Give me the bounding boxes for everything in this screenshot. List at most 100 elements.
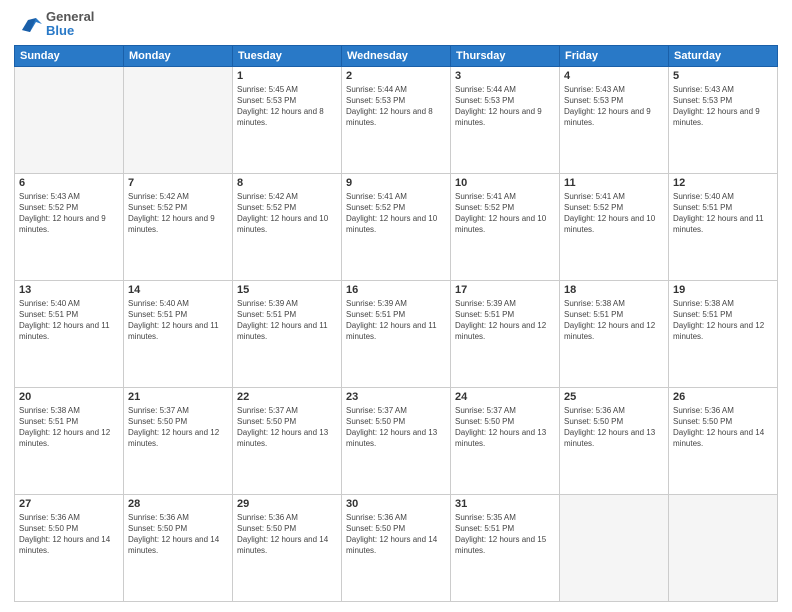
day-info: Sunrise: 5:41 AMSunset: 5:52 PMDaylight:… bbox=[455, 191, 555, 236]
col-header-wednesday: Wednesday bbox=[342, 45, 451, 66]
day-info: Sunrise: 5:40 AMSunset: 5:51 PMDaylight:… bbox=[19, 298, 119, 343]
day-info: Sunrise: 5:39 AMSunset: 5:51 PMDaylight:… bbox=[455, 298, 555, 343]
day-number: 12 bbox=[673, 177, 773, 189]
calendar: SundayMondayTuesdayWednesdayThursdayFrid… bbox=[14, 45, 778, 602]
day-number: 6 bbox=[19, 177, 119, 189]
calendar-cell: 11 Sunrise: 5:41 AMSunset: 5:52 PMDayligh… bbox=[560, 173, 669, 280]
day-info: Sunrise: 5:40 AMSunset: 5:51 PMDaylight:… bbox=[673, 191, 773, 236]
calendar-cell bbox=[560, 494, 669, 601]
day-number: 14 bbox=[128, 284, 228, 296]
col-header-friday: Friday bbox=[560, 45, 669, 66]
col-header-tuesday: Tuesday bbox=[233, 45, 342, 66]
calendar-cell: 26 Sunrise: 5:36 AMSunset: 5:50 PMDayligh… bbox=[669, 387, 778, 494]
col-header-thursday: Thursday bbox=[451, 45, 560, 66]
logo-text-block: General Blue bbox=[46, 10, 94, 39]
day-number: 30 bbox=[346, 498, 446, 510]
day-number: 22 bbox=[237, 391, 337, 403]
day-info: Sunrise: 5:36 AMSunset: 5:50 PMDaylight:… bbox=[673, 405, 773, 450]
day-number: 16 bbox=[346, 284, 446, 296]
day-number: 1 bbox=[237, 70, 337, 82]
day-info: Sunrise: 5:39 AMSunset: 5:51 PMDaylight:… bbox=[346, 298, 446, 343]
col-header-sunday: Sunday bbox=[15, 45, 124, 66]
calendar-cell: 22 Sunrise: 5:37 AMSunset: 5:50 PMDayligh… bbox=[233, 387, 342, 494]
day-info: Sunrise: 5:36 AMSunset: 5:50 PMDaylight:… bbox=[346, 512, 446, 557]
day-info: Sunrise: 5:44 AMSunset: 5:53 PMDaylight:… bbox=[455, 84, 555, 129]
day-number: 8 bbox=[237, 177, 337, 189]
day-info: Sunrise: 5:42 AMSunset: 5:52 PMDaylight:… bbox=[237, 191, 337, 236]
day-number: 21 bbox=[128, 391, 228, 403]
day-number: 31 bbox=[455, 498, 555, 510]
day-number: 5 bbox=[673, 70, 773, 82]
day-info: Sunrise: 5:45 AMSunset: 5:53 PMDaylight:… bbox=[237, 84, 337, 129]
calendar-cell: 25 Sunrise: 5:36 AMSunset: 5:50 PMDayligh… bbox=[560, 387, 669, 494]
day-info: Sunrise: 5:44 AMSunset: 5:53 PMDaylight:… bbox=[346, 84, 446, 129]
day-info: Sunrise: 5:36 AMSunset: 5:50 PMDaylight:… bbox=[237, 512, 337, 557]
day-info: Sunrise: 5:38 AMSunset: 5:51 PMDaylight:… bbox=[673, 298, 773, 343]
day-info: Sunrise: 5:41 AMSunset: 5:52 PMDaylight:… bbox=[564, 191, 664, 236]
day-number: 29 bbox=[237, 498, 337, 510]
day-number: 24 bbox=[455, 391, 555, 403]
calendar-cell: 19 Sunrise: 5:38 AMSunset: 5:51 PMDayligh… bbox=[669, 280, 778, 387]
day-number: 15 bbox=[237, 284, 337, 296]
calendar-cell: 3 Sunrise: 5:44 AMSunset: 5:53 PMDaylight… bbox=[451, 66, 560, 173]
day-info: Sunrise: 5:37 AMSunset: 5:50 PMDaylight:… bbox=[128, 405, 228, 450]
day-number: 20 bbox=[19, 391, 119, 403]
calendar-cell: 5 Sunrise: 5:43 AMSunset: 5:53 PMDaylight… bbox=[669, 66, 778, 173]
calendar-cell: 27 Sunrise: 5:36 AMSunset: 5:50 PMDayligh… bbox=[15, 494, 124, 601]
calendar-cell: 1 Sunrise: 5:45 AMSunset: 5:53 PMDaylight… bbox=[233, 66, 342, 173]
day-info: Sunrise: 5:43 AMSunset: 5:53 PMDaylight:… bbox=[564, 84, 664, 129]
calendar-cell: 13 Sunrise: 5:40 AMSunset: 5:51 PMDayligh… bbox=[15, 280, 124, 387]
day-info: Sunrise: 5:38 AMSunset: 5:51 PMDaylight:… bbox=[19, 405, 119, 450]
day-number: 7 bbox=[128, 177, 228, 189]
calendar-cell: 4 Sunrise: 5:43 AMSunset: 5:53 PMDaylight… bbox=[560, 66, 669, 173]
day-number: 19 bbox=[673, 284, 773, 296]
calendar-cell: 6 Sunrise: 5:43 AMSunset: 5:52 PMDaylight… bbox=[15, 173, 124, 280]
day-number: 26 bbox=[673, 391, 773, 403]
day-info: Sunrise: 5:37 AMSunset: 5:50 PMDaylight:… bbox=[455, 405, 555, 450]
day-number: 2 bbox=[346, 70, 446, 82]
calendar-cell bbox=[15, 66, 124, 173]
calendar-cell: 15 Sunrise: 5:39 AMSunset: 5:51 PMDayligh… bbox=[233, 280, 342, 387]
calendar-cell: 20 Sunrise: 5:38 AMSunset: 5:51 PMDayligh… bbox=[15, 387, 124, 494]
day-number: 27 bbox=[19, 498, 119, 510]
day-info: Sunrise: 5:41 AMSunset: 5:52 PMDaylight:… bbox=[346, 191, 446, 236]
day-number: 18 bbox=[564, 284, 664, 296]
day-info: Sunrise: 5:42 AMSunset: 5:52 PMDaylight:… bbox=[128, 191, 228, 236]
header: General Blue bbox=[14, 10, 778, 39]
calendar-cell: 12 Sunrise: 5:40 AMSunset: 5:51 PMDayligh… bbox=[669, 173, 778, 280]
day-number: 10 bbox=[455, 177, 555, 189]
logo: General Blue bbox=[14, 10, 94, 39]
calendar-cell: 23Sunrise: 5:37 AMSunset: 5:50 PMDayligh… bbox=[342, 387, 451, 494]
day-number: 28 bbox=[128, 498, 228, 510]
calendar-cell: 21 Sunrise: 5:37 AMSunset: 5:50 PMDayligh… bbox=[124, 387, 233, 494]
day-info: Sunrise: 5:39 AMSunset: 5:51 PMDaylight:… bbox=[237, 298, 337, 343]
calendar-cell: 18 Sunrise: 5:38 AMSunset: 5:51 PMDayligh… bbox=[560, 280, 669, 387]
day-number: 4 bbox=[564, 70, 664, 82]
logo-general: General bbox=[46, 9, 94, 24]
day-info: Sunrise: 5:40 AMSunset: 5:51 PMDaylight:… bbox=[128, 298, 228, 343]
day-info: Sunrise: 5:37 AMSunset: 5:50 PMDaylight:… bbox=[237, 405, 337, 450]
calendar-cell: 9 Sunrise: 5:41 AMSunset: 5:52 PMDaylight… bbox=[342, 173, 451, 280]
day-info: Sunrise: 5:36 AMSunset: 5:50 PMDaylight:… bbox=[19, 512, 119, 557]
calendar-cell: 30 Sunrise: 5:36 AMSunset: 5:50 PMDayligh… bbox=[342, 494, 451, 601]
calendar-cell bbox=[124, 66, 233, 173]
day-info: Sunrise: 5:43 AMSunset: 5:53 PMDaylight:… bbox=[673, 84, 773, 129]
day-number: 23 bbox=[346, 391, 446, 403]
day-number: 3 bbox=[455, 70, 555, 82]
day-info: Sunrise: 5:43 AMSunset: 5:52 PMDaylight:… bbox=[19, 191, 119, 236]
day-number: 17 bbox=[455, 284, 555, 296]
day-number: 9 bbox=[346, 177, 446, 189]
day-info: Sunrise: 5:38 AMSunset: 5:51 PMDaylight:… bbox=[564, 298, 664, 343]
day-number: 11 bbox=[564, 177, 664, 189]
calendar-cell: 14 Sunrise: 5:40 AMSunset: 5:51 PMDayligh… bbox=[124, 280, 233, 387]
day-number: 13 bbox=[19, 284, 119, 296]
calendar-cell: 2 Sunrise: 5:44 AMSunset: 5:53 PMDaylight… bbox=[342, 66, 451, 173]
logo-icon bbox=[14, 10, 44, 38]
calendar-cell: 31Sunrise: 5:35 AMSunset: 5:51 PMDayligh… bbox=[451, 494, 560, 601]
calendar-cell: 10 Sunrise: 5:41 AMSunset: 5:52 PMDayligh… bbox=[451, 173, 560, 280]
day-info: Sunrise: 5:36 AMSunset: 5:50 PMDaylight:… bbox=[128, 512, 228, 557]
col-header-saturday: Saturday bbox=[669, 45, 778, 66]
day-number: 25 bbox=[564, 391, 664, 403]
calendar-cell: 7 Sunrise: 5:42 AMSunset: 5:52 PMDaylight… bbox=[124, 173, 233, 280]
day-info: Sunrise: 5:36 AMSunset: 5:50 PMDaylight:… bbox=[564, 405, 664, 450]
